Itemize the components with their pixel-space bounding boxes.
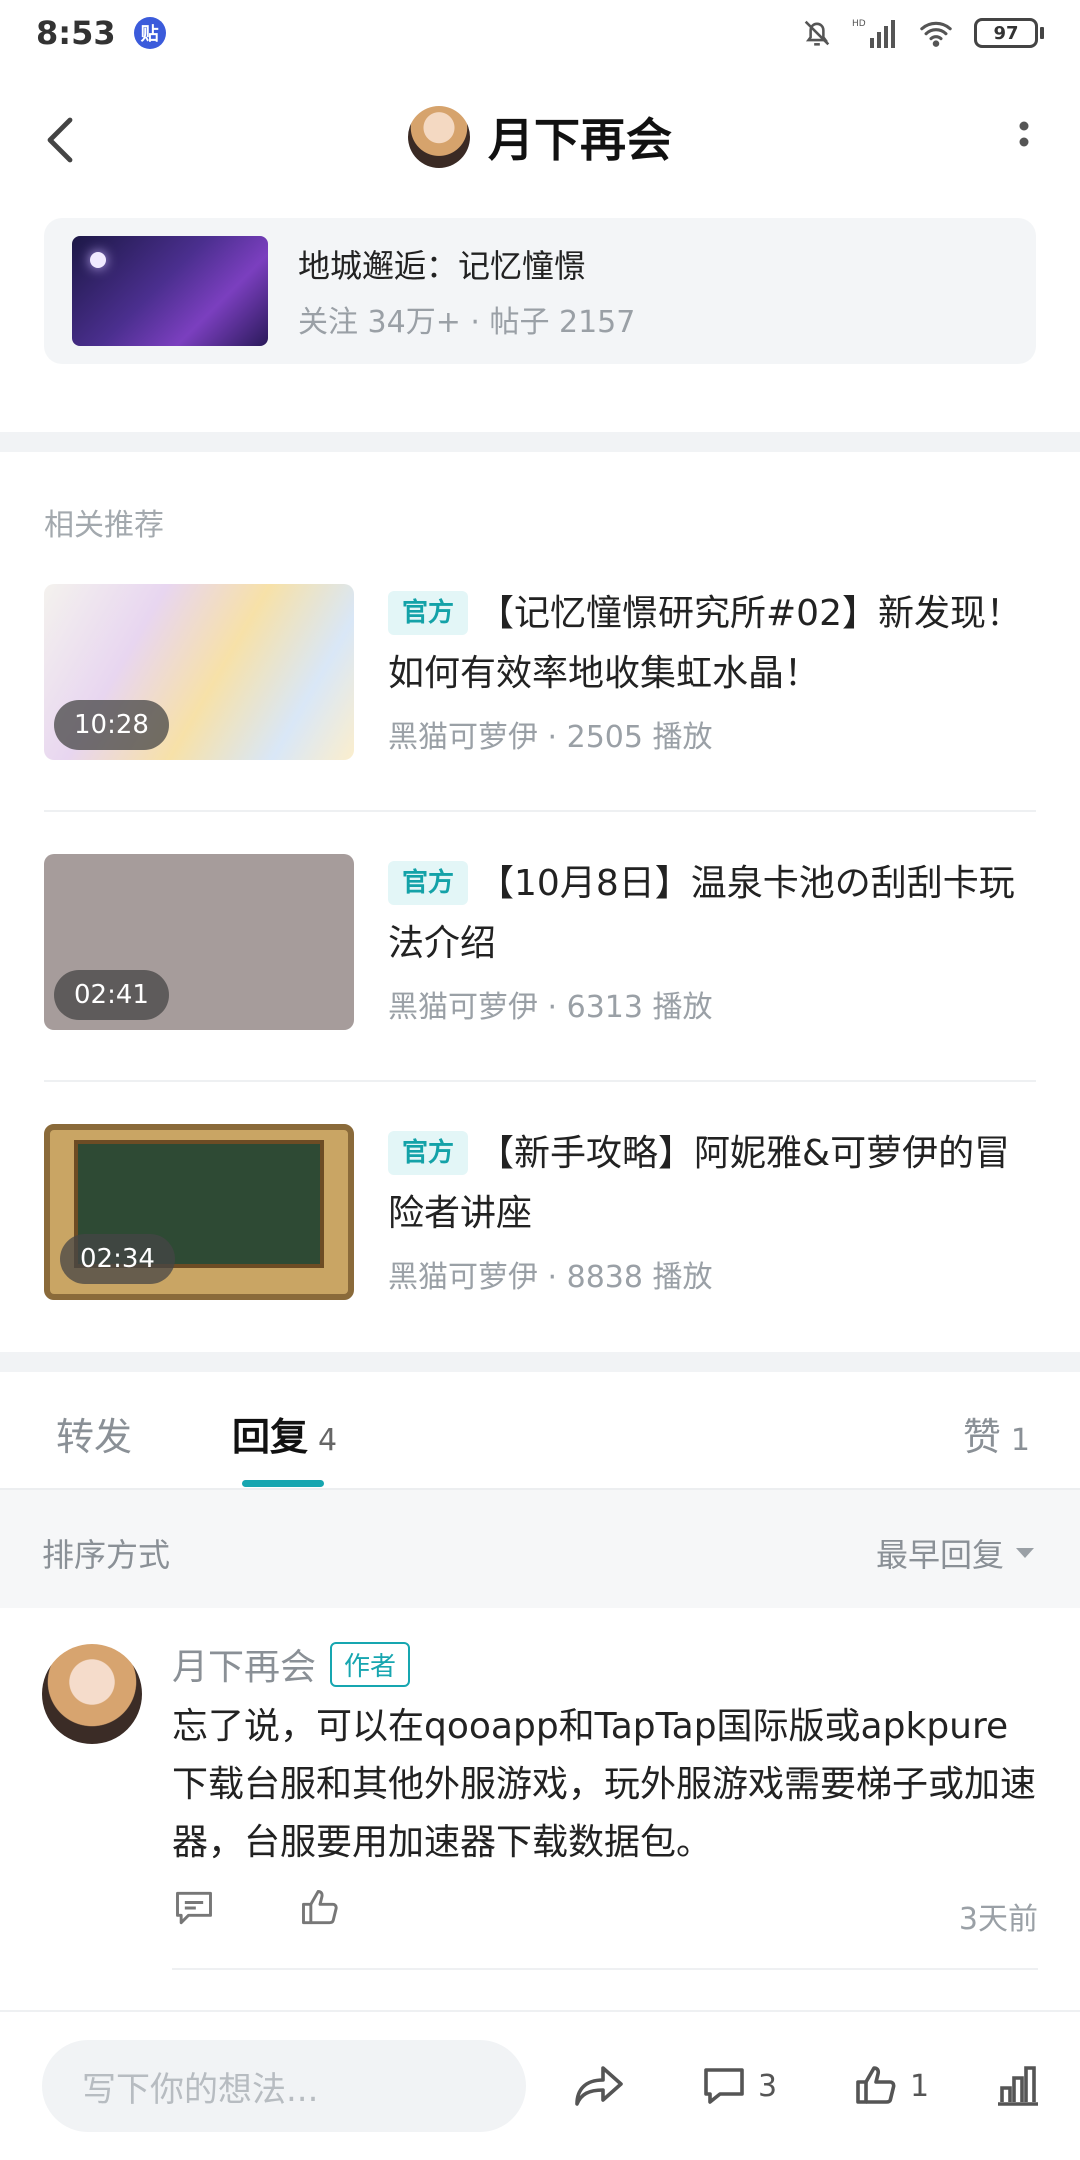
more-vertical-icon <box>1019 121 1029 147</box>
video-title-text: 【新手攻略】阿妮雅&可萝伊的冒险者讲座 <box>388 1133 1011 1234</box>
forum-stats: 关注 34万+ · 帖子 2157 <box>298 305 636 340</box>
video-thumbnail[interactable]: 02:41 <box>44 854 354 1030</box>
recommend-item[interactable]: 02:41 官方 【10月8日】温泉卡池の刮刮卡玩法介绍 黑猫可萝伊 · 6313… <box>44 854 1036 1032</box>
tab-reply-label: 回复 <box>232 1415 309 1459</box>
video-meta: 黑猫可萝伊 · 2505 播放 <box>388 720 713 755</box>
avatar[interactable] <box>42 1644 142 1744</box>
official-badge: 官方 <box>388 1131 469 1175</box>
list-divider <box>44 1080 1036 1082</box>
share-icon <box>575 2066 623 2106</box>
video-thumbnail[interactable]: 10:28 <box>44 584 354 760</box>
tab-forward[interactable]: 转发 <box>56 1406 132 1461</box>
video-title[interactable]: 官方 【记忆憧憬研究所#02】新发现！如何有效率地收集虹水晶！ <box>388 584 1036 704</box>
share-button[interactable] <box>572 2062 626 2110</box>
video-title[interactable]: 官方 【新手攻略】阿妮雅&可萝伊的冒险者讲座 <box>388 1124 1036 1244</box>
thumbs-up-icon <box>856 2066 896 2104</box>
comment-item: 月下再会 作者 忘了说，可以在qooapp和TapTap国际版或apkpure下… <box>0 1608 1080 1970</box>
official-badge: 官方 <box>388 861 469 905</box>
tab-like[interactable]: 赞1 <box>963 1406 1030 1461</box>
sort-dropdown[interactable]: 最早回复 <box>876 1530 1036 1576</box>
tab-reply[interactable]: 回复 4 <box>232 1406 337 1461</box>
wifi-icon <box>920 21 952 47</box>
comment-text: 忘了说，可以在qooapp和TapTap国际版或apkpure下载台服和其他外服… <box>172 1706 1037 1863</box>
tieba-app-icon: 贴 <box>133 17 166 49</box>
header-user[interactable]: 月下再会 <box>0 104 1080 170</box>
comment-author[interactable]: 月下再会 <box>172 1638 316 1690</box>
tab-like-label: 赞 <box>962 1415 1001 1459</box>
status-icons: HD 97 <box>800 16 1044 50</box>
reply-icon[interactable] <box>172 1886 216 1930</box>
comment-input-placeholder: 写下你的想法... <box>82 2069 319 2110</box>
sort-label: 排序方式 <box>42 1536 171 1574</box>
stats-button[interactable] <box>994 2062 1042 2110</box>
bar-chart-icon <box>998 2066 1038 2106</box>
caret-down-icon <box>1016 1548 1034 1558</box>
sort-bar: 排序方式 最早回复 <box>0 1490 1080 1608</box>
like-button[interactable]: 1 <box>852 2062 929 2110</box>
top-nav: 月下再会 <box>0 70 1080 210</box>
video-meta: 黑猫可萝伊 · 6313 播放 <box>388 990 713 1025</box>
thumbs-up-icon[interactable] <box>298 1886 342 1930</box>
bottom-action-bar: 写下你的想法... 3 1 <box>0 2010 1080 2160</box>
video-thumbnail[interactable]: 02:34 <box>44 1124 354 1300</box>
active-tab-indicator <box>242 1480 324 1487</box>
recommend-item[interactable]: 10:28 官方 【记忆憧憬研究所#02】新发现！如何有效率地收集虹水晶！ 黑猫可… <box>44 584 1036 762</box>
network-label: HD <box>852 19 866 29</box>
section-divider <box>0 1352 1080 1372</box>
video-duration: 02:41 <box>54 970 169 1020</box>
forum-thumbnail <box>72 236 268 346</box>
signal-icon: HD <box>852 19 895 48</box>
recommend-item[interactable]: 02:34 官方 【新手攻略】阿妮雅&可萝伊的冒险者讲座 黑猫可萝伊 · 8838… <box>44 1124 1036 1302</box>
page-title: 月下再会 <box>488 113 672 167</box>
official-badge: 官方 <box>388 591 469 635</box>
video-meta: 黑猫可萝伊 · 8838 播放 <box>388 1260 713 1295</box>
video-title[interactable]: 官方 【10月8日】温泉卡池の刮刮卡玩法介绍 <box>388 854 1036 974</box>
video-duration: 10:28 <box>54 700 169 750</box>
section-divider <box>0 432 1080 452</box>
video-title-text: 【10月8日】温泉卡池の刮刮卡玩法介绍 <box>388 863 1015 964</box>
author-badge: 作者 <box>330 1641 411 1687</box>
section-title-recommend: 相关推荐 <box>44 508 164 543</box>
sort-selected: 最早回复 <box>875 1536 1004 1574</box>
battery-icon: 97 <box>974 18 1044 48</box>
status-bar: 8:53 贴 HD 97 <box>0 0 1080 66</box>
avatar[interactable] <box>408 106 470 168</box>
mute-bell-icon <box>804 20 830 46</box>
post-tabs: 转发 回复 4 赞1 <box>0 1372 1080 1490</box>
comment-icon <box>704 2068 744 2104</box>
reply-count: 4 <box>318 1423 338 1458</box>
list-divider <box>172 1968 1038 1970</box>
forum-card[interactable]: 地城邂逅：记忆憧憬 关注 34万+ · 帖子 2157 <box>44 218 1036 364</box>
battery-level: 97 <box>974 18 1038 48</box>
list-divider <box>44 810 1036 812</box>
forum-name: 地城邂逅：记忆憧憬 <box>298 247 587 285</box>
status-time: 8:53 <box>36 14 116 52</box>
like-count: 1 <box>910 2068 930 2104</box>
video-duration: 02:34 <box>60 1234 175 1284</box>
comment-button[interactable]: 3 <box>700 2062 777 2110</box>
like-count: 1 <box>1010 1423 1030 1458</box>
comment-input[interactable]: 写下你的想法... <box>42 2040 526 2132</box>
comment-time: 3天前 <box>958 1902 1038 1937</box>
comment-count: 3 <box>758 2068 778 2104</box>
more-options-button[interactable] <box>998 114 1050 166</box>
video-title-text: 【记忆憧憬研究所#02】新发现！如何有效率地收集虹水晶！ <box>388 593 1022 694</box>
